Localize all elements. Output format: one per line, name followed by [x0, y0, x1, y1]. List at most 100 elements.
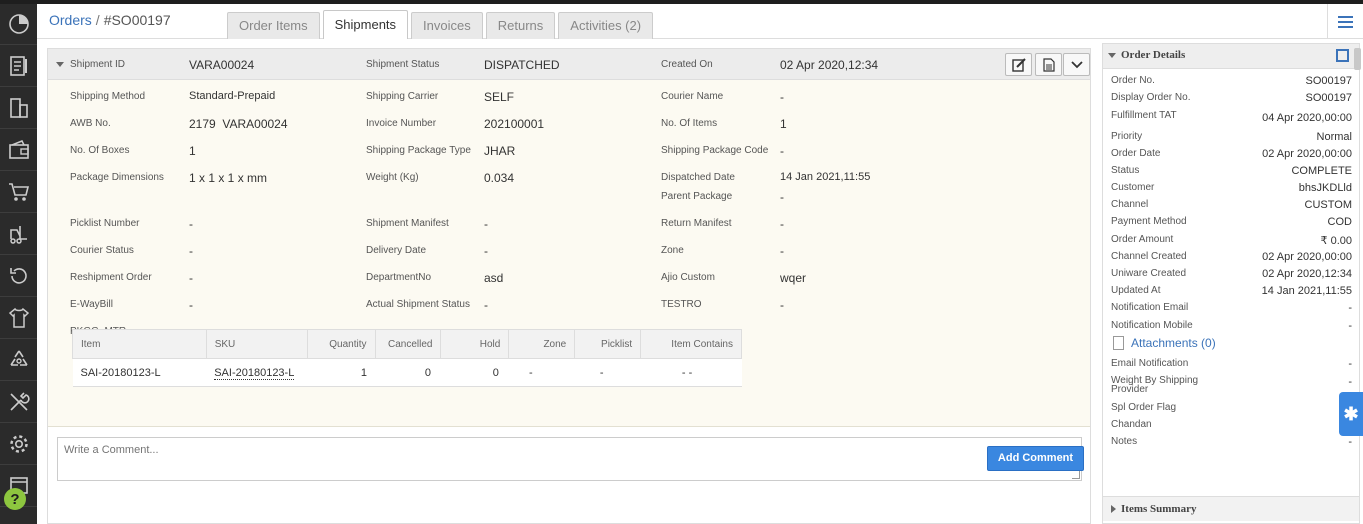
detail-key: Uniware Created	[1111, 268, 1187, 279]
items-summary-header[interactable]: Items Summary	[1103, 496, 1359, 521]
detail-value: 02 Apr 2020,12:34	[1262, 268, 1352, 280]
tab-invoices[interactable]: Invoices	[411, 12, 483, 39]
awb-no-label: AWB No.	[70, 118, 111, 129]
zone-value: -	[780, 244, 784, 258]
attachments-label[interactable]: Attachments (0)	[1131, 336, 1216, 350]
attachments-link[interactable]: Attachments (0)	[1113, 336, 1216, 350]
sku-link[interactable]: SAI-20180123-L	[214, 366, 295, 380]
detail-row: Spl Order Flag	[1111, 402, 1352, 419]
comment-input[interactable]	[64, 444, 964, 456]
shipment-status-label: Shipment Status	[366, 59, 440, 70]
shipping-carrier-label: Shipping Carrier	[366, 91, 439, 102]
edit-icon	[1011, 57, 1026, 72]
tab-activities[interactable]: Activities (2)	[558, 12, 654, 39]
package-dimensions-value: 1 x 1 x 1 x mm	[189, 171, 268, 185]
returns-icon[interactable]	[0, 256, 37, 297]
expand-caret-icon[interactable]	[1111, 505, 1116, 513]
department-no-label: DepartmentNo	[366, 272, 432, 283]
detail-key: Order Amount	[1111, 234, 1174, 245]
shipment-manifest-label: Shipment Manifest	[366, 218, 449, 229]
edit-icon[interactable]	[1336, 49, 1349, 62]
order-details-header[interactable]: Order Details	[1103, 44, 1359, 69]
detail-row: Display Order No. SO00197	[1111, 92, 1352, 109]
cell-zone: -	[508, 358, 575, 387]
detail-value: CUSTOM	[1304, 199, 1352, 211]
hamburger-menu-icon[interactable]	[1327, 4, 1363, 39]
cell-cancelled: 0	[375, 358, 441, 387]
no-of-items-label: No. Of Items	[661, 118, 718, 129]
detail-value: 02 Apr 2020,00:00	[1262, 148, 1352, 160]
settings-gear-icon[interactable]	[0, 424, 37, 465]
column-header-zone: Zone	[508, 329, 576, 359]
no-of-boxes-label: No. Of Boxes	[70, 145, 130, 156]
wallet-icon[interactable]	[0, 130, 37, 171]
tab-order-items[interactable]: Order Items	[227, 12, 320, 39]
cart-icon[interactable]	[0, 172, 37, 213]
detail-value: -	[1348, 358, 1352, 370]
detail-value: SO00197	[1305, 92, 1352, 104]
courier-name-label: Courier Name	[661, 91, 724, 102]
comment-box: Add Comment	[57, 437, 1084, 481]
dispatched-date-value: 14 Jan 2021,11:55	[780, 171, 871, 183]
tab-returns[interactable]: Returns	[485, 12, 556, 39]
awb-no-value: 2179 VARA00024	[189, 117, 288, 131]
column-header-picklist: Picklist	[574, 329, 642, 359]
detail-value: 14 Jan 2021,11:55	[1261, 285, 1352, 297]
detail-key: Notification Mobile	[1111, 320, 1193, 331]
detail-value: 02 Apr 2020,00:00	[1262, 251, 1352, 263]
breadcrumb-current: #SO00197	[103, 12, 171, 28]
column-header-item-contains: Item Contains	[640, 329, 742, 359]
eway-bill-label: E-WayBill	[70, 299, 113, 310]
forklift-icon[interactable]	[0, 214, 37, 255]
detail-key: Email Notification	[1111, 358, 1189, 369]
detail-key: Updated At	[1111, 285, 1161, 296]
column-header-quantity: Quantity	[306, 329, 376, 359]
more-options-button[interactable]	[1063, 53, 1090, 76]
orders-icon[interactable]	[0, 46, 37, 87]
zone-label: Zone	[661, 245, 684, 256]
delivery-date-label: Delivery Date	[366, 245, 427, 256]
detail-row: Payment Method COD	[1111, 216, 1352, 233]
support-widget-icon[interactable]: ✱	[1339, 392, 1363, 436]
detail-key: Notes	[1111, 436, 1138, 447]
cell-quantity: 1	[307, 358, 376, 387]
detail-value: 04 Apr 2020,00:00	[1262, 112, 1352, 124]
shipment-header[interactable]: Shipment ID VARA00024 Shipment Status DI…	[48, 49, 1090, 80]
tab-shipments[interactable]: Shipments	[322, 10, 409, 39]
scrollbar-thumb[interactable]	[1354, 48, 1361, 70]
resize-grip-icon[interactable]	[1072, 471, 1080, 479]
order-details-title: Order Details	[1121, 49, 1186, 61]
detail-value: COMPLETE	[1291, 165, 1352, 177]
detail-key: Display Order No.	[1111, 92, 1191, 103]
detail-value: Normal	[1316, 131, 1352, 143]
help-icon[interactable]: ?	[4, 488, 26, 510]
detail-key: Chandan	[1111, 419, 1152, 430]
detail-row: Priority Normal	[1111, 131, 1352, 148]
add-comment-button[interactable]: Add Comment	[987, 446, 1084, 471]
shipping-package-code-value: -	[780, 144, 784, 158]
courier-status-value: -	[189, 244, 193, 258]
dashboard-icon[interactable]	[0, 4, 37, 45]
edit-shipment-button[interactable]	[1005, 53, 1032, 76]
detail-key: Channel Created	[1111, 251, 1187, 262]
breadcrumb-orders-link[interactable]: Orders	[49, 12, 92, 28]
package-dimensions-label: Package Dimensions	[70, 172, 164, 183]
detail-row: Customer bhsJKDLld	[1111, 182, 1352, 199]
detail-row: Status COMPLETE	[1111, 165, 1352, 182]
delivery-date-value: -	[484, 244, 488, 258]
testro-value: -	[780, 298, 784, 312]
cell-hold: 0	[440, 358, 509, 387]
detail-row: Fulfillment TAT 04 Apr 2020,00:00	[1111, 110, 1352, 127]
detail-key: Notification Email	[1111, 302, 1189, 313]
tools-icon[interactable]	[0, 382, 37, 423]
collapse-caret-icon[interactable]	[1108, 53, 1116, 58]
shipping-package-type-value: JHAR	[484, 144, 516, 158]
collapse-caret-icon[interactable]	[56, 62, 64, 67]
apparel-icon[interactable]	[0, 298, 37, 339]
inventory-icon[interactable]	[0, 88, 37, 129]
shipping-method-value: Standard-Prepaid	[189, 90, 276, 102]
recycle-icon[interactable]	[0, 340, 37, 381]
print-document-button[interactable]	[1035, 53, 1062, 76]
detail-row: Chandan	[1111, 419, 1352, 436]
detail-row: Weight By Shipping Provider -	[1111, 376, 1352, 398]
